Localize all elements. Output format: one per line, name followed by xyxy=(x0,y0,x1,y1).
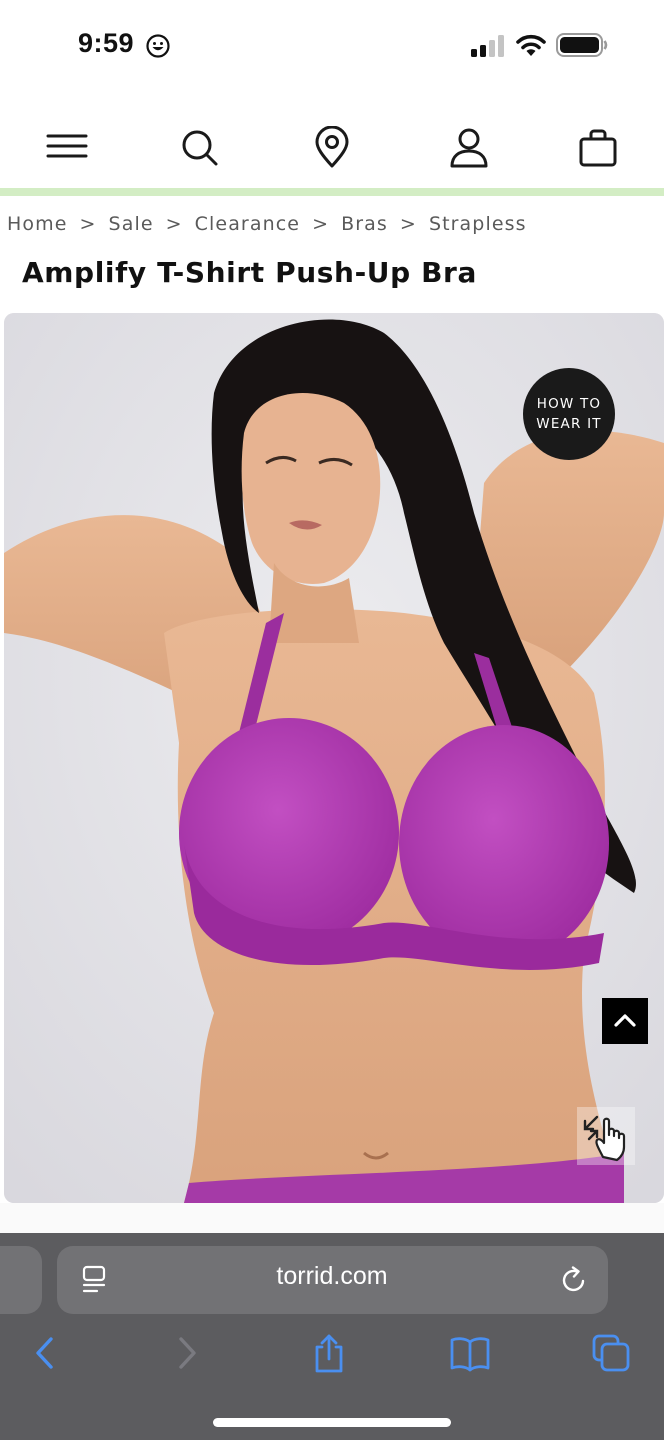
breadcrumb-home[interactable]: Home xyxy=(7,213,68,235)
breadcrumb: Home > Sale > Clearance > Bras > Straple… xyxy=(7,210,527,238)
breadcrumb-bras[interactable]: Bras xyxy=(341,213,388,235)
header-accent-line xyxy=(0,188,664,196)
battery-icon xyxy=(556,33,608,57)
address-bar[interactable] xyxy=(57,1246,608,1314)
breadcrumb-clearance[interactable]: Clearance xyxy=(195,213,300,235)
zoom-button[interactable] xyxy=(577,1107,635,1165)
smiley-icon xyxy=(146,34,170,58)
content-below-fold xyxy=(0,1203,664,1233)
status-bar: 9:59 xyxy=(0,0,664,92)
breadcrumb-sale[interactable]: Sale xyxy=(109,213,154,235)
breadcrumb-separator: > xyxy=(312,213,330,235)
previous-tab-address-bar[interactable] xyxy=(0,1246,42,1314)
status-time: 9:59 xyxy=(78,28,135,58)
chevron-up-icon xyxy=(614,1014,636,1027)
share-icon[interactable] xyxy=(308,1332,350,1374)
expand-hand-icon xyxy=(583,1115,626,1162)
menu-icon[interactable] xyxy=(45,126,89,170)
breadcrumb-separator: > xyxy=(79,213,97,235)
how-to-wear-label: HOW TO WEAR IT xyxy=(536,396,602,432)
breadcrumb-separator: > xyxy=(165,213,183,235)
page-menu-icon[interactable] xyxy=(80,1264,110,1296)
wifi-icon xyxy=(516,34,546,56)
search-icon[interactable] xyxy=(178,126,222,170)
breadcrumb-separator: > xyxy=(399,213,417,235)
forward-arrow-icon[interactable] xyxy=(166,1332,208,1374)
back-arrow-icon[interactable] xyxy=(24,1332,66,1374)
location-pin-icon[interactable] xyxy=(310,125,354,170)
account-icon[interactable] xyxy=(447,126,491,170)
tabs-icon[interactable] xyxy=(590,1332,632,1374)
breadcrumb-strapless[interactable]: Strapless xyxy=(429,213,527,235)
bookmarks-icon[interactable] xyxy=(449,1332,491,1374)
reload-icon[interactable] xyxy=(558,1264,590,1296)
home-indicator[interactable] xyxy=(213,1418,451,1427)
how-to-wear-button[interactable]: HOW TO WEAR IT xyxy=(523,368,615,460)
product-title: Amplify T-Shirt Push-Up Bra xyxy=(22,256,477,289)
cellular-signal-icon xyxy=(471,35,504,57)
back-to-top-button[interactable] xyxy=(602,998,648,1044)
shopping-bag-icon[interactable] xyxy=(576,126,620,170)
